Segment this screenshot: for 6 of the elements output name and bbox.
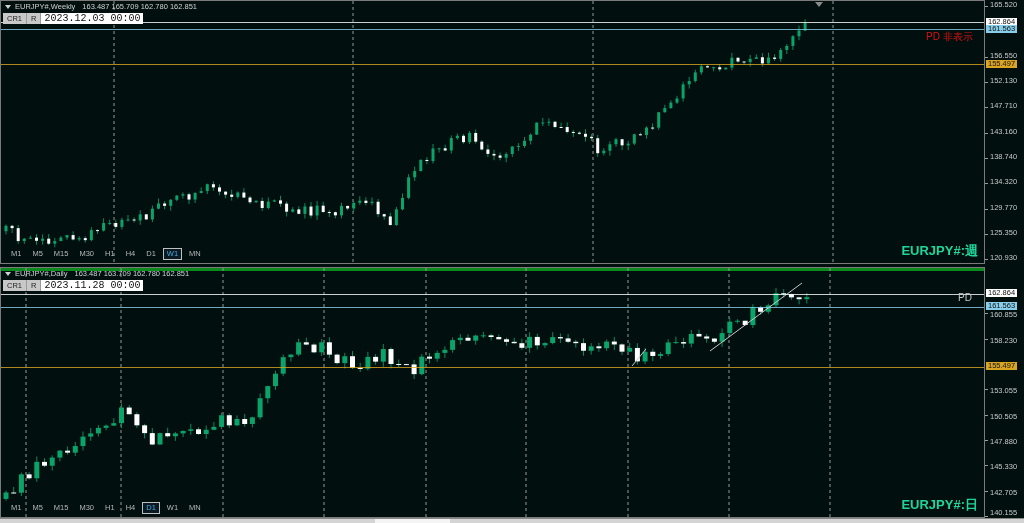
date-field[interactable]: 2023.12.03 00:00 bbox=[41, 13, 144, 24]
symbol-label: EURJPY#:週 bbox=[901, 243, 978, 258]
date-field[interactable]: 2023.11.28 00:00 bbox=[41, 280, 144, 291]
symbol-label: EURJPY#:日 bbox=[901, 497, 978, 512]
note-label: PD 非表示 bbox=[926, 31, 973, 43]
note-label: PD bbox=[958, 292, 972, 304]
